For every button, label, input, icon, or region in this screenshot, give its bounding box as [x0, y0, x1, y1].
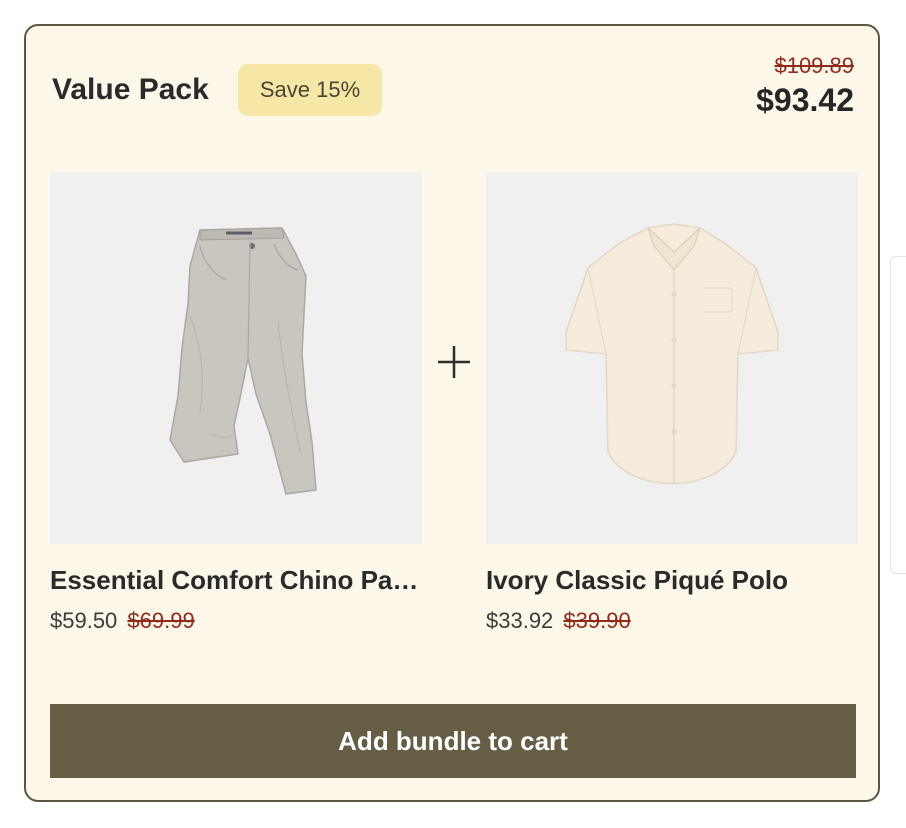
product-price-row: $33.92 $39.90	[486, 606, 858, 636]
next-bundle-card-edge[interactable]	[890, 256, 906, 574]
product-sale-price: $59.50	[50, 608, 118, 633]
product-price-row: $59.50 $69.99	[50, 606, 422, 636]
product-name[interactable]: Ivory Classic Piqué Polo	[486, 564, 858, 596]
plus-icon	[438, 346, 470, 378]
bundle-product-1: Essential Comfort Chino Pants $59.50 $69…	[50, 172, 422, 636]
chino-pants-icon	[169, 227, 317, 495]
save-badge: Save 15%	[238, 64, 382, 116]
bundle-total-price: $93.42	[756, 82, 854, 118]
bundle-title: Value Pack	[52, 73, 209, 106]
bundle-product-2: Ivory Classic Piqué Polo $33.92 $39.90	[486, 172, 858, 636]
product-original-price: $69.99	[127, 608, 195, 633]
product-name[interactable]: Essential Comfort Chino Pants	[50, 564, 422, 596]
chino-pants-image[interactable]	[50, 172, 422, 544]
product-sale-price: $33.92	[486, 608, 554, 633]
add-bundle-to-cart-button[interactable]: Add bundle to cart	[50, 704, 856, 778]
polo-shirt-icon	[565, 223, 779, 485]
bundle-card: Value Pack Save 15% $109.89 $93.42 Essen…	[24, 24, 880, 802]
product-original-price: $39.90	[563, 608, 631, 633]
bundle-price: $109.89 $93.42	[756, 52, 854, 120]
polo-shirt-image[interactable]	[486, 172, 858, 544]
bundle-original-price: $109.89	[774, 53, 854, 78]
